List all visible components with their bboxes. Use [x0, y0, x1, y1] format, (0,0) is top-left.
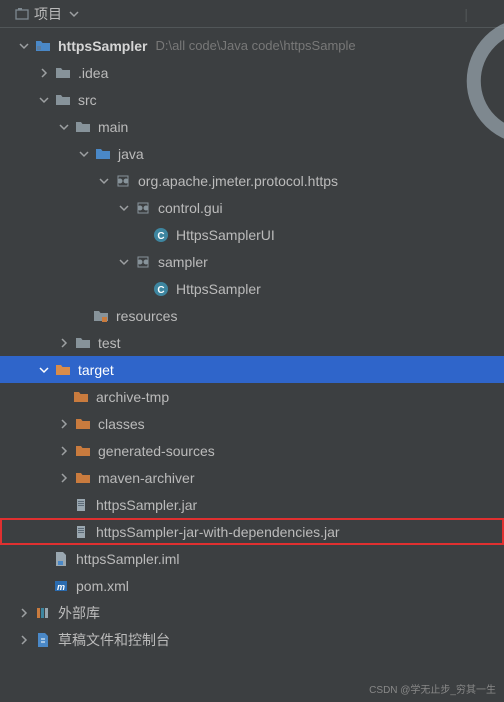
- tree-node-pom[interactable]: pom.xml: [0, 572, 504, 599]
- class-icon: [152, 226, 170, 244]
- tree-node-jar-with-deps[interactable]: httpsSampler-jar-with-dependencies.jar: [0, 518, 504, 545]
- root-name: httpsSampler: [58, 38, 147, 54]
- node-label: httpsSampler-jar-with-dependencies.jar: [96, 524, 340, 540]
- root-path: D:\all code\Java code\httpsSample: [155, 38, 355, 53]
- tree-node-resources[interactable]: resources: [0, 302, 504, 329]
- module-folder-icon: [34, 37, 52, 55]
- source-folder-icon: [94, 145, 112, 163]
- project-tab[interactable]: 项目: [8, 2, 90, 26]
- node-label: generated-sources: [98, 443, 215, 459]
- node-label: test: [98, 335, 121, 351]
- node-label: java: [118, 146, 144, 162]
- tree-node-generated-sources[interactable]: generated-sources: [0, 437, 504, 464]
- package-icon: [134, 199, 152, 217]
- node-label: archive-tmp: [96, 389, 169, 405]
- dropdown-icon: [66, 6, 82, 22]
- library-icon: [34, 604, 52, 622]
- chevron-right-icon[interactable]: [56, 335, 72, 351]
- class-icon: [152, 280, 170, 298]
- tree-node-iml[interactable]: httpsSampler.iml: [0, 545, 504, 572]
- chevron-right-icon[interactable]: [56, 470, 72, 486]
- package-icon: [134, 253, 152, 271]
- jar-icon: [72, 523, 90, 541]
- watermark: CSDN @学无止步_穷其一生: [369, 681, 496, 696]
- tree-node-archive-tmp[interactable]: archive-tmp: [0, 383, 504, 410]
- project-tab-label: 项目: [34, 4, 62, 24]
- node-label: maven-archiver: [98, 470, 194, 486]
- node-label: src: [78, 92, 97, 108]
- collapse-all-icon[interactable]: [436, 6, 452, 22]
- tree-node-target[interactable]: target: [0, 356, 504, 383]
- chevron-down-icon[interactable]: [76, 146, 92, 162]
- scratch-icon: [34, 631, 52, 649]
- maven-icon: [52, 577, 70, 595]
- folder-icon: [74, 118, 92, 136]
- node-label: classes: [98, 416, 145, 432]
- tree-node-test[interactable]: test: [0, 329, 504, 356]
- node-label: resources: [116, 308, 177, 324]
- package-icon: [114, 172, 132, 190]
- jar-icon: [72, 496, 90, 514]
- folder-icon: [54, 64, 72, 82]
- node-label: httpsSampler.jar: [96, 497, 197, 513]
- chevron-down-icon[interactable]: [16, 38, 32, 54]
- chevron-down-icon[interactable]: [36, 362, 52, 378]
- tree-node-external-libs[interactable]: 外部库: [0, 599, 504, 626]
- tree-node-jar1[interactable]: httpsSampler.jar: [0, 491, 504, 518]
- tool-window-toolbar: 项目 |: [0, 0, 504, 28]
- tree-node-sampler[interactable]: sampler: [0, 248, 504, 275]
- chevron-down-icon[interactable]: [56, 119, 72, 135]
- tree-node-https-sampler-ui[interactable]: HttpsSamplerUI: [0, 221, 504, 248]
- node-label: .idea: [78, 65, 108, 81]
- node-label: 草稿文件和控制台: [58, 630, 170, 650]
- excluded-folder-icon: [54, 361, 72, 379]
- chevron-down-icon[interactable]: [36, 92, 52, 108]
- node-label: main: [98, 119, 128, 135]
- tree-node-maven-archiver[interactable]: maven-archiver: [0, 464, 504, 491]
- node-label: HttpsSamplerUI: [176, 227, 275, 243]
- excluded-folder-icon: [74, 442, 92, 460]
- excluded-folder-icon: [72, 388, 90, 406]
- excluded-folder-icon: [74, 469, 92, 487]
- tree-node-package[interactable]: org.apache.jmeter.protocol.https: [0, 167, 504, 194]
- node-label: org.apache.jmeter.protocol.https: [138, 173, 338, 189]
- chevron-down-icon[interactable]: [96, 173, 112, 189]
- gear-icon[interactable]: [480, 6, 496, 22]
- chevron-down-icon[interactable]: [116, 200, 132, 216]
- node-label: pom.xml: [76, 578, 129, 594]
- chevron-right-icon[interactable]: [16, 632, 32, 648]
- folder-icon: [54, 91, 72, 109]
- node-label: control.gui: [158, 200, 223, 216]
- locate-icon[interactable]: [380, 6, 396, 22]
- file-icon: [52, 550, 70, 568]
- folder-icon: [74, 334, 92, 352]
- project-icon: [14, 6, 30, 22]
- tree-node-https-sampler[interactable]: HttpsSampler: [0, 275, 504, 302]
- tree-node-scratches[interactable]: 草稿文件和控制台: [0, 626, 504, 653]
- chevron-right-icon[interactable]: [16, 605, 32, 621]
- download-icon[interactable]: [408, 6, 424, 22]
- chevron-right-icon[interactable]: [56, 416, 72, 432]
- chevron-right-icon[interactable]: [36, 65, 52, 81]
- resources-folder-icon: [92, 307, 110, 325]
- chevron-down-icon[interactable]: [116, 254, 132, 270]
- excluded-folder-icon: [74, 415, 92, 433]
- chevron-right-icon[interactable]: [56, 443, 72, 459]
- node-label: sampler: [158, 254, 208, 270]
- node-label: HttpsSampler: [176, 281, 261, 297]
- tree-node-control-gui[interactable]: control.gui: [0, 194, 504, 221]
- node-label: target: [78, 362, 114, 378]
- tree-node-classes[interactable]: classes: [0, 410, 504, 437]
- node-label: 外部库: [58, 603, 100, 623]
- node-label: httpsSampler.iml: [76, 551, 179, 567]
